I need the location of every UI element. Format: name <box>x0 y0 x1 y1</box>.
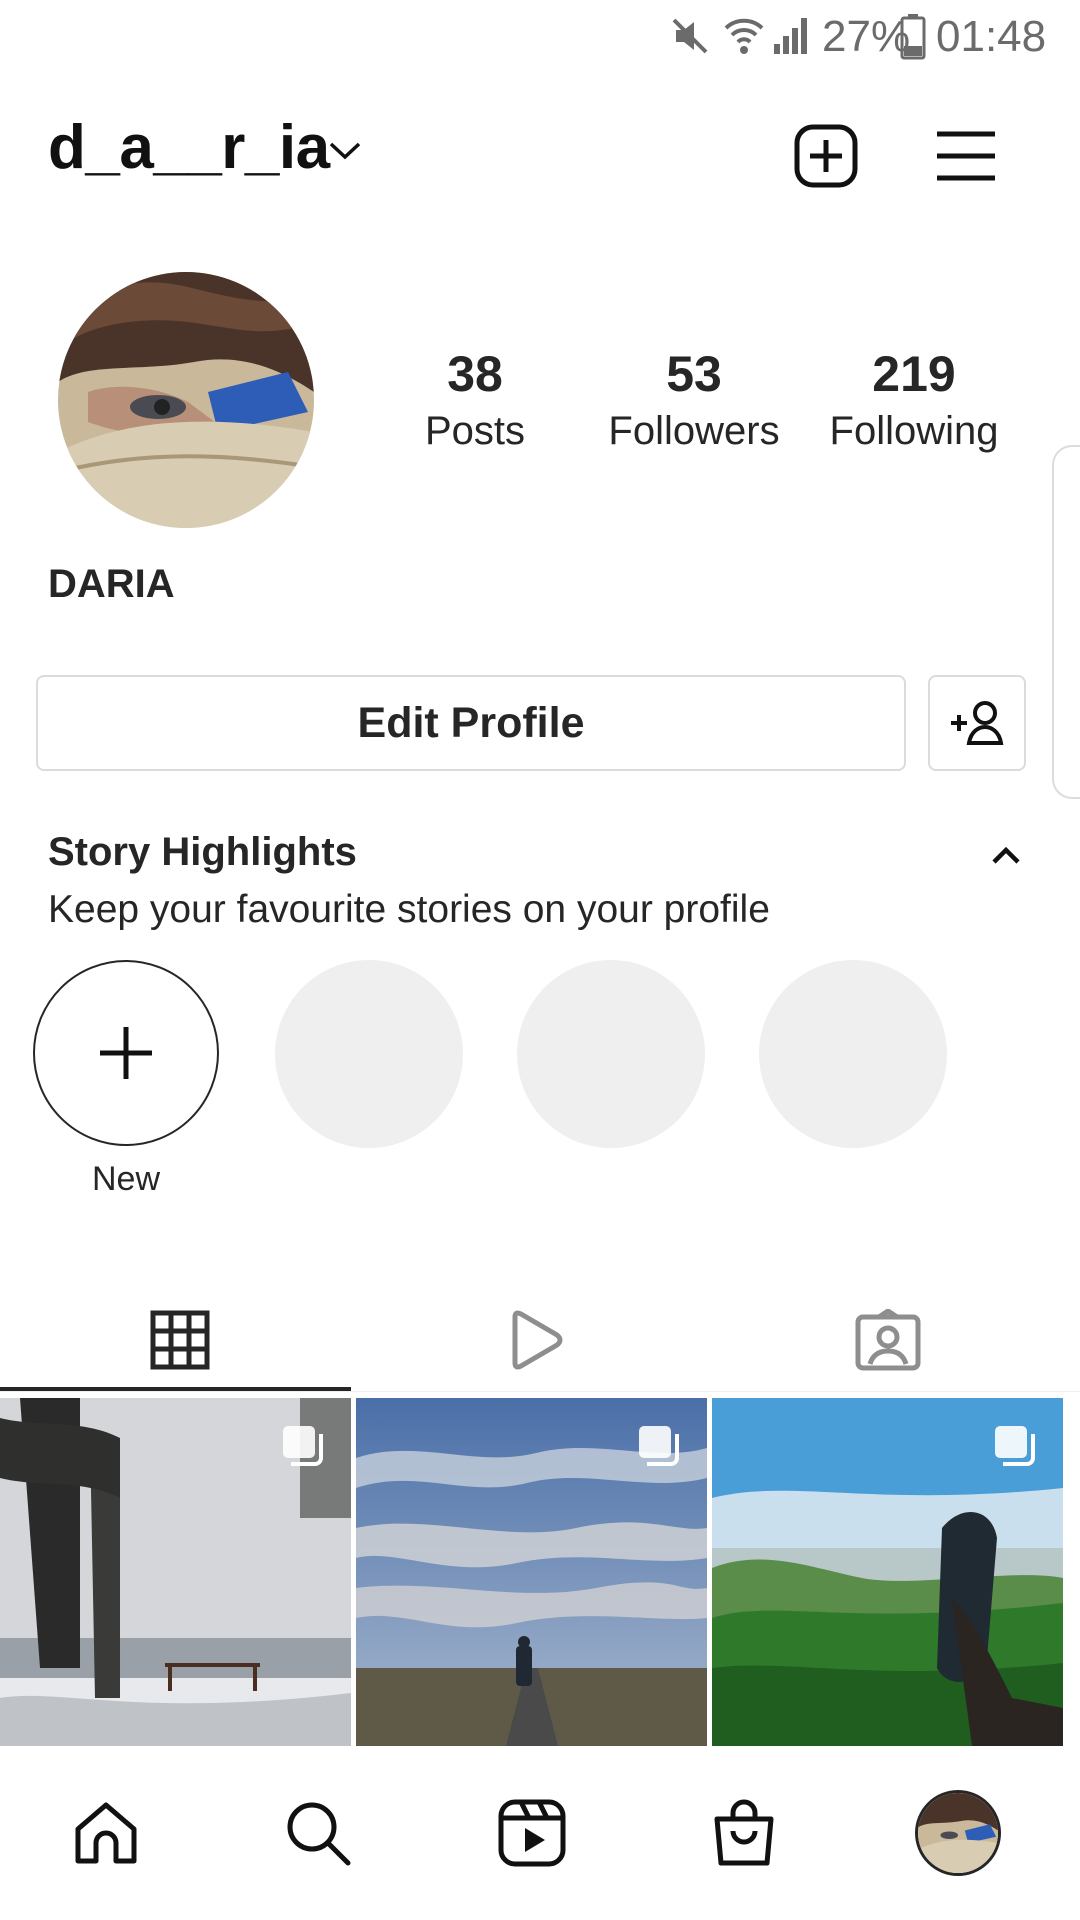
avatar-image <box>918 1793 998 1873</box>
home-icon <box>75 1802 137 1864</box>
highlight-placeholder <box>517 960 705 1148</box>
shop-icon <box>714 1799 774 1866</box>
following-stat[interactable]: 219 Following <box>804 346 1024 460</box>
tab-grid[interactable] <box>0 1285 360 1395</box>
highlight-placeholder <box>275 960 463 1148</box>
multiple-photos-icon <box>283 1426 323 1466</box>
plus-icon <box>100 1027 152 1079</box>
profile-avatar[interactable] <box>58 272 314 528</box>
add-person-icon <box>951 701 1004 745</box>
post-thumbnail[interactable] <box>356 1398 707 1746</box>
story-highlights-title: Story Highlights <box>48 830 357 874</box>
posts-label: Posts <box>424 409 526 453</box>
tagged-icon <box>855 1309 921 1371</box>
post-thumbnail[interactable] <box>0 1398 351 1746</box>
side-scroll-handle[interactable] <box>1052 445 1080 799</box>
tabs-divider <box>0 1391 1080 1392</box>
followers-label: Followers <box>608 409 780 453</box>
new-post-button[interactable] <box>788 118 864 194</box>
menu-icon <box>937 131 995 181</box>
following-count: 219 <box>872 346 956 402</box>
nav-shop[interactable] <box>689 1778 799 1888</box>
posts-stat[interactable]: 38 Posts <box>365 346 585 460</box>
active-tab-indicator <box>0 1387 351 1391</box>
account-switcher[interactable]: d_a__r_ia <box>48 112 330 183</box>
status-bar: 27% 01:48 <box>0 0 1080 75</box>
avatar-image <box>58 272 314 528</box>
tab-tagged[interactable] <box>708 1285 1068 1395</box>
search-icon <box>287 1802 351 1866</box>
new-highlight-button[interactable] <box>33 960 219 1146</box>
following-label: Following <box>829 409 999 453</box>
menu-button[interactable] <box>928 118 1004 194</box>
full-name: DARIA <box>48 562 175 606</box>
multiple-photos-icon <box>995 1426 1035 1466</box>
followers-stat[interactable]: 53 Followers <box>584 346 804 460</box>
profile-avatar <box>915 1790 1001 1876</box>
post-thumbnail[interactable] <box>712 1398 1063 1746</box>
new-highlight-label: New <box>91 1160 161 1198</box>
nav-profile[interactable] <box>903 1778 1013 1888</box>
posts-count: 38 <box>447 346 503 402</box>
mute-icon <box>672 18 708 54</box>
reels-icon <box>512 1310 563 1370</box>
nav-reels[interactable] <box>477 1778 587 1888</box>
battery-percent: 27% <box>822 12 911 61</box>
new-post-icon <box>794 124 858 188</box>
chevron-down-icon[interactable] <box>328 140 362 162</box>
reels-icon <box>498 1799 566 1867</box>
followers-count: 53 <box>666 346 722 402</box>
battery-icon <box>900 14 926 60</box>
grid-icon <box>150 1310 210 1370</box>
multiple-photos-icon <box>639 1426 679 1466</box>
highlight-placeholder <box>759 960 947 1148</box>
discover-people-button[interactable] <box>928 675 1026 771</box>
tab-reels[interactable] <box>355 1285 715 1395</box>
nav-home[interactable] <box>51 1778 161 1888</box>
story-highlights-subtitle: Keep your favourite stories on your prof… <box>48 888 770 931</box>
wifi-icon <box>724 18 764 54</box>
clock: 01:48 <box>936 12 1047 61</box>
chevron-up-icon[interactable] <box>982 836 1030 872</box>
signal-icon <box>774 18 807 54</box>
nav-search[interactable] <box>263 1778 373 1888</box>
edit-profile-button[interactable]: Edit Profile <box>36 675 906 771</box>
